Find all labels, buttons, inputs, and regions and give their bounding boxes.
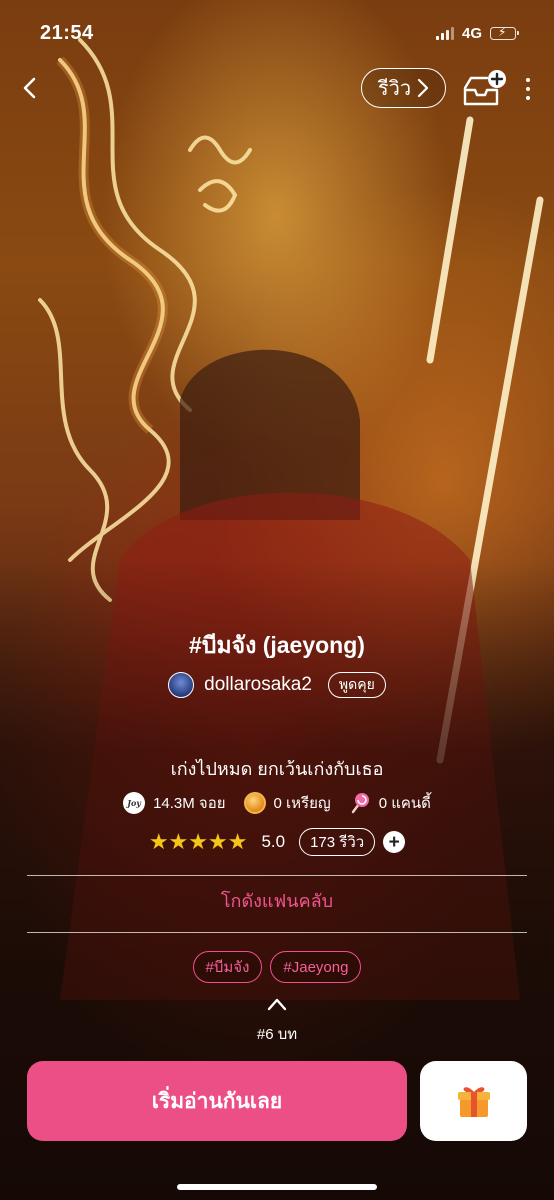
signal-icon xyxy=(435,26,454,40)
candy-stat: 0 แคนดี้ xyxy=(349,791,431,815)
network-type: 4G xyxy=(461,24,482,42)
home-indicator xyxy=(177,1184,377,1190)
story-tagline: เก่งไปหมด ยกเว้นเก่งกับเธอ xyxy=(170,759,384,779)
rating-row: ★★★★★ 5.0 173 รีวิว + xyxy=(0,828,554,856)
star-rating: ★★★★★ xyxy=(148,829,248,854)
joy-icon: Joy xyxy=(123,792,146,814)
author-name[interactable]: dollarosaka2 xyxy=(204,674,312,696)
status-bar: 21:54 4G ⚡ xyxy=(0,0,554,66)
author-row: dollarosaka2 พูดคุย xyxy=(0,672,554,698)
coin-count: 0 เหรียญ xyxy=(273,795,331,812)
more-vertical-icon[interactable] xyxy=(520,72,536,106)
top-navigation: รีวิว xyxy=(0,66,554,112)
divider-top xyxy=(27,875,527,876)
rating-value: 5.0 xyxy=(261,832,286,851)
chapter-count: #6 บท xyxy=(256,1026,298,1043)
story-title: #บีมจัง (jaeyong) xyxy=(189,632,365,658)
chapter-info[interactable]: #6 บท xyxy=(0,996,554,1046)
tag-chip[interactable]: #Jaeyong xyxy=(270,951,362,983)
start-reading-button[interactable]: เริ่มอ่านกันเลย xyxy=(27,1061,407,1141)
chevron-left-icon[interactable] xyxy=(18,72,42,104)
coin-icon xyxy=(243,792,266,814)
review-button-label: รีวิว xyxy=(377,78,412,100)
fanclub-link[interactable]: โกดังแฟนคลับ xyxy=(0,886,554,915)
author-avatar[interactable] xyxy=(168,672,195,698)
stats-row: Joy 14.3M จอย 0 เหรียญ 0 แคนดี้ xyxy=(0,791,554,815)
review-count-button[interactable]: 173 รีวิว xyxy=(299,828,376,856)
lollipop-icon xyxy=(351,793,369,814)
chevron-right-icon xyxy=(417,78,429,98)
divider-bottom xyxy=(27,932,527,933)
gift-button[interactable] xyxy=(420,1061,527,1141)
add-review-icon[interactable]: + xyxy=(383,831,406,853)
tag-list: #บีมจัง #Jaeyong xyxy=(0,951,554,983)
chat-button[interactable]: พูดคุย xyxy=(327,672,386,698)
joy-stat: Joy 14.3M จอย xyxy=(123,791,226,815)
tag-chip[interactable]: #บีมจัง xyxy=(192,951,263,983)
status-time: 21:54 xyxy=(40,21,94,44)
status-indicators: 4G ⚡ xyxy=(435,24,519,42)
chevron-up-icon xyxy=(267,998,287,1011)
add-to-shelf-icon[interactable] xyxy=(460,68,508,110)
joy-count: 14.3M จอย xyxy=(153,795,226,812)
review-button[interactable]: รีวิว xyxy=(361,68,446,108)
coin-stat: 0 เหรียญ xyxy=(243,791,331,815)
candy-count: 0 แคนดี้ xyxy=(378,795,431,812)
battery-icon: ⚡ xyxy=(490,25,519,40)
gift-icon xyxy=(457,1087,490,1117)
